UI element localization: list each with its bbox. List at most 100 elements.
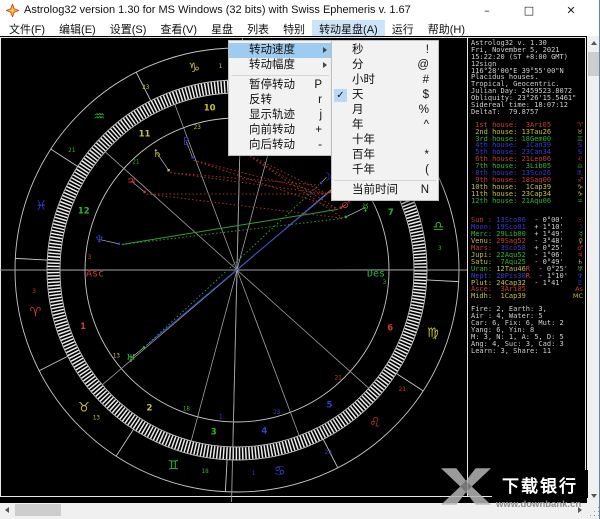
speed-menu-item-2[interactable]: 小时 # — [332, 73, 438, 88]
speed-menu-item-3[interactable]: 天 ✓ $ — [332, 88, 438, 103]
minimize-button[interactable]: – — [466, 0, 508, 20]
svg-text:4: 4 — [261, 427, 267, 437]
svg-text:1: 1 — [219, 63, 223, 70]
up-arrow-icon — [590, 41, 597, 45]
rotate-menu-item-3[interactable]: 暂停转动 P — [229, 78, 331, 93]
menubar-item-3[interactable]: 查看(V) — [153, 20, 204, 36]
svg-text:3: 3 — [32, 288, 36, 295]
sidebar-row: 12th house: 21Aqu06 ♒ — [471, 196, 583, 205]
svg-text:♌: ♌ — [369, 416, 381, 431]
rotate-menu-shortcut: j — [319, 109, 322, 121]
svg-text:Des: Des — [367, 269, 385, 280]
speed-menu-item-8[interactable]: 千年( — [332, 163, 438, 178]
speed-menu-item-7[interactable]: 百年 * — [332, 148, 438, 163]
svg-text:3: 3 — [211, 427, 217, 437]
speed-menu-item-5[interactable]: 年 ^ — [332, 118, 438, 133]
speed-menu-shortcut: ^ — [423, 119, 429, 131]
rotate-menu-item-4[interactable]: 反转 r — [229, 93, 331, 108]
rotate-menu-shortcut: - — [318, 139, 322, 151]
speed-menu-separator — [334, 180, 436, 181]
rotate-menu-item-1[interactable]: 转动幅度 — [229, 58, 331, 73]
rotate-menu-shortcut: r — [318, 94, 322, 106]
svg-text:1: 1 — [80, 322, 86, 332]
down-arrow-icon — [590, 494, 597, 498]
svg-text:21: 21 — [399, 386, 407, 393]
speed-menu-item-0[interactable]: 秒! — [332, 43, 438, 58]
horizontal-scroll-thumb[interactable] — [15, 504, 61, 516]
menubar-item-1[interactable]: 编辑(E) — [52, 20, 103, 36]
svg-text:♍: ♍ — [427, 326, 439, 341]
watermark-banner: 下载银行 — [492, 470, 588, 498]
menubar-item-4[interactable]: 星盘 — [204, 20, 240, 36]
svg-text:1: 1 — [219, 414, 223, 421]
speed-menu-shortcut: ( — [425, 164, 429, 176]
speed-menu-item-4[interactable]: 月% — [332, 103, 438, 118]
close-button[interactable]: ✕ — [550, 0, 592, 20]
submenu-arrow-icon — [323, 47, 327, 53]
speed-menu-item-6[interactable]: 十年 — [332, 133, 438, 148]
submenu-arrow-icon — [323, 62, 327, 68]
svg-text:♓: ♓ — [35, 199, 47, 214]
astro-sidebar: Astrolog32 v. 1.30 Fri, November 5, 2021 1… — [471, 40, 585, 355]
svg-text:18: 18 — [201, 468, 209, 475]
svg-text:13: 13 — [93, 414, 101, 421]
watermark-text: 下载银行 — [502, 476, 578, 496]
window-title: Astrolog32 version 1.30 for MS Windows (… — [24, 4, 411, 16]
sidebar-row: Midh: 1Cap39 MC — [471, 292, 583, 301]
menubar-item-7[interactable]: 转动星盘(A) — [312, 20, 385, 36]
rotate-menu-item-6[interactable]: 向前转动 + — [229, 123, 331, 138]
svg-text:7: 7 — [388, 208, 394, 218]
svg-text:10: 10 — [204, 103, 216, 113]
svg-text:♑: ♑ — [188, 61, 200, 76]
menubar-item-6[interactable]: 特别 — [276, 20, 312, 36]
scroll-left-button[interactable] — [0, 503, 14, 517]
svg-text:Asc: Asc — [86, 269, 104, 280]
svg-text:11: 11 — [139, 130, 151, 140]
scroll-down-button[interactable] — [587, 489, 599, 503]
rotate-menu-shortcut: P — [314, 79, 322, 91]
rotate-dropdown-menu: 转动速度 转动幅度暂停转动 P 反转 r 显示轨迹 j 向前转动 + 向后转动 - — [228, 40, 332, 156]
rotate-menu-item-5[interactable]: 显示轨迹 j — [229, 108, 331, 123]
svg-text:5: 5 — [327, 400, 333, 410]
menubar-item-9[interactable]: 帮助(H) — [421, 20, 472, 36]
speed-menu-shortcut: $ — [422, 89, 429, 101]
rotate-menu-item-7[interactable]: 向后转动 - — [229, 138, 331, 153]
maximize-button[interactable]: □ — [508, 0, 550, 20]
speed-menu-shortcut: N — [420, 184, 429, 196]
svg-text:3: 3 — [88, 254, 92, 261]
left-arrow-icon — [5, 507, 9, 513]
checkmark-icon: ✓ — [334, 89, 347, 102]
svg-text:♋: ♋ — [274, 464, 286, 479]
menubar-item-5[interactable]: 列表 — [240, 20, 276, 36]
menubar-item-8[interactable]: 运行 — [385, 20, 421, 36]
svg-text:18: 18 — [183, 406, 191, 413]
rotate-menu-item-0[interactable]: 转动速度 — [229, 43, 331, 58]
svg-text:21: 21 — [68, 147, 76, 154]
speed-menu-shortcut: ! — [425, 44, 429, 56]
sidebar-row: Learn: 3, Share: 11 — [471, 346, 552, 355]
svg-text:23: 23 — [273, 409, 281, 416]
resize-grip[interactable] — [598, 515, 599, 516]
zodiac-glyph: MC — [572, 292, 583, 301]
zodiac-glyph: ♒ — [577, 196, 583, 205]
scroll-up-button[interactable] — [587, 36, 599, 50]
watermark-logo-icon — [441, 468, 491, 505]
svg-text:♃: ♃ — [127, 175, 137, 188]
vertical-scrollbar[interactable] — [587, 36, 599, 503]
vertical-scroll-thumb[interactable] — [588, 52, 599, 76]
speed-menu-item-10[interactable]: 当前时间 N — [332, 183, 438, 198]
app-window: Astrolog32 version 1.30 for MS Windows (… — [0, 0, 600, 519]
svg-text:3: 3 — [438, 245, 442, 252]
title-bar: Astrolog32 version 1.30 for MS Windows (… — [0, 0, 599, 20]
speed-menu-item-1[interactable]: 分 @ — [332, 58, 438, 73]
svg-text:♇: ♇ — [181, 135, 191, 148]
svg-text:1: 1 — [252, 470, 256, 477]
speed-menu-shortcut: % — [418, 104, 429, 116]
svg-text:♈: ♈ — [30, 305, 42, 320]
menu-bar: 文件(F) 编辑(E) 设置(S) 查看(V) 星盘 列表 特别 转动星盘(A) 运行 帮助(H) — [0, 20, 599, 36]
menubar-item-0[interactable]: 文件(F) — [2, 20, 52, 36]
svg-text:♉: ♉ — [78, 400, 90, 415]
svg-text:♅: ♅ — [126, 352, 136, 365]
menubar-item-2[interactable]: 设置(S) — [103, 20, 154, 36]
svg-text:♆: ♆ — [94, 233, 104, 246]
